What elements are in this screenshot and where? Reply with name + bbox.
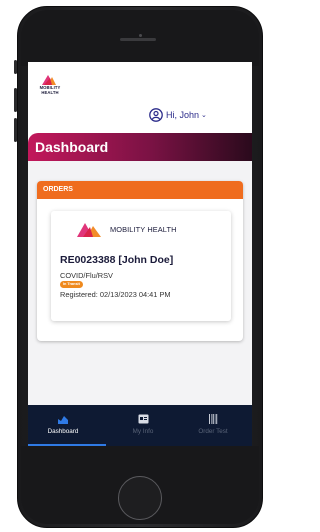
status-badge: In Transit [60, 281, 83, 288]
nav-label-order-test: Order Test [198, 428, 228, 435]
main-content: ORDERS MOBILITY HEALTH RE0023388 [John D… [28, 161, 252, 405]
orders-card: ORDERS MOBILITY HEALTH RE0023388 [John D… [37, 181, 243, 341]
nav-item-order-test[interactable]: Order Test [178, 405, 248, 447]
order-card[interactable]: MOBILITY HEALTH RE0023388 [John Doe] COV… [51, 211, 231, 321]
order-brand: MOBILITY HEALTH [75, 221, 177, 237]
nav-item-dashboard[interactable]: Dashboard [28, 405, 106, 447]
orders-section-title: ORDERS [43, 186, 73, 193]
earpiece-speaker [120, 38, 156, 41]
order-test-type: COVID/Flu/RSV [60, 271, 113, 280]
page-title: Dashboard [35, 139, 109, 155]
app-logo[interactable]: MOBILITY HEALTH [36, 72, 64, 95]
id-card-icon [138, 414, 148, 424]
mobility-health-logo-icon [77, 223, 101, 237]
order-id: RE0023388 [John Doe] [60, 254, 174, 266]
nav-item-my-info[interactable]: My Info [108, 405, 178, 447]
nav-label-dashboard: Dashboard [47, 428, 79, 435]
barcode-icon [209, 414, 218, 424]
orders-section-header: ORDERS [37, 181, 243, 199]
nav-label-my-info: My Info [132, 428, 154, 435]
order-registered-date: Registered: 02/13/2023 04:41 PM [60, 290, 171, 299]
user-greeting: Hi, John [166, 110, 200, 120]
dashboard-header: Dashboard [28, 133, 252, 161]
order-brand-name: MOBILITY HEALTH [110, 224, 177, 234]
user-circle-icon [149, 108, 163, 122]
chart-icon [58, 416, 68, 424]
home-button[interactable] [118, 476, 162, 520]
logo-text-line2: HEALTH [41, 89, 59, 95]
user-menu[interactable]: Hi, John ⌄ [149, 107, 207, 123]
mobility-health-logo-icon [42, 75, 56, 85]
app-screen: MOBILITY HEALTH Hi, John ⌄ Dashboard ORD… [28, 62, 252, 447]
bottom-nav: Dashboard My Info Order Test [28, 405, 252, 447]
top-bar: MOBILITY HEALTH Hi, John ⌄ [28, 62, 249, 132]
front-camera [139, 34, 142, 37]
chevron-down-icon: ⌄ [201, 112, 207, 119]
